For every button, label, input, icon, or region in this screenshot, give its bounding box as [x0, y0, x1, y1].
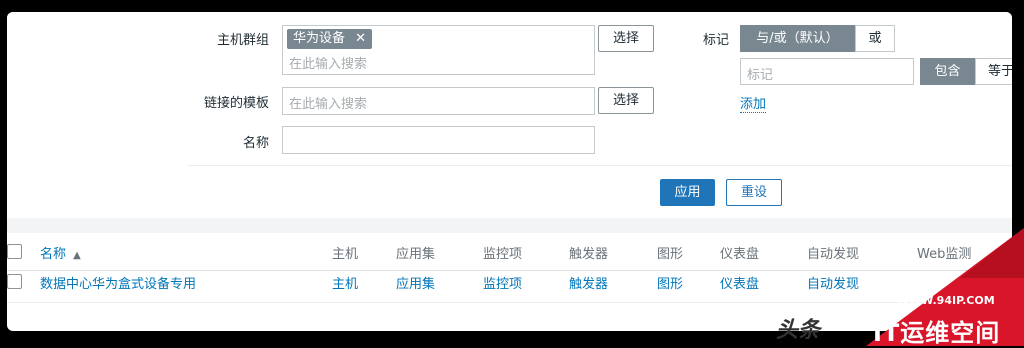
watermark-url: WWW.94IP.COM [897, 294, 995, 307]
watermark-brand: IT运维空间 [873, 319, 1001, 347]
brand-ribbon [866, 228, 1024, 346]
